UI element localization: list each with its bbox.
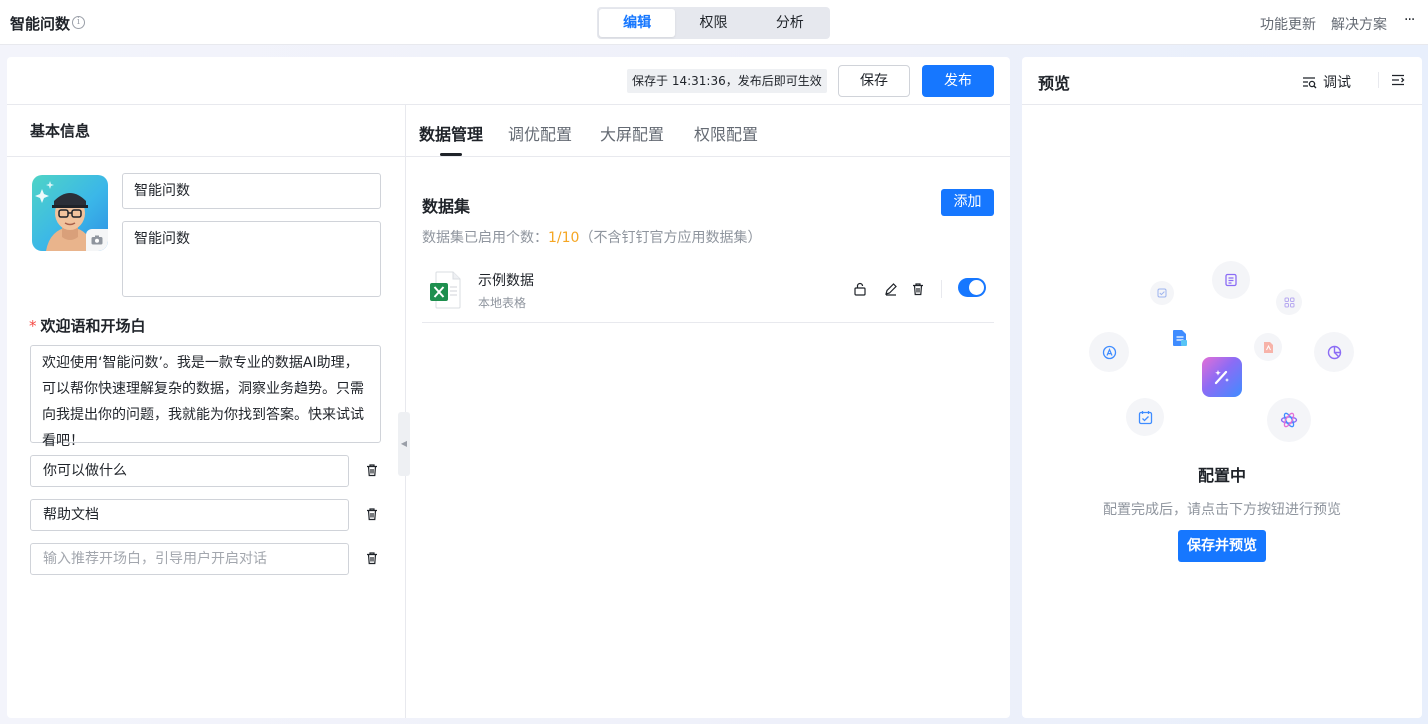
welcome-textarea[interactable]: 欢迎使用‘智能问数’。我是一款专业的数据AI助理，可以帮你快速理解复杂的数据，洞…: [30, 345, 381, 449]
app-title: 智能问数: [10, 15, 71, 33]
preview-illustration: [1022, 257, 1422, 457]
welcome-label: * 欢迎语和开场白: [29, 315, 146, 336]
mode-tabs: 编辑 权限 分析: [597, 7, 830, 39]
name-input[interactable]: 智能问数: [122, 173, 381, 209]
calendar-check-icon: [1126, 398, 1164, 436]
opener-placeholder-input[interactable]: 输入推荐开场白，引导用户开启对话: [30, 543, 349, 575]
preview-panel: 预览 调试 配置中 配置完成后，请点击下方按钮进行预览 保存并预览: [1022, 57, 1422, 718]
save-button[interactable]: 保存: [838, 65, 910, 97]
debug-label: 调试: [1323, 75, 1351, 91]
dataset-title: 数据集: [422, 197, 471, 216]
opener-input[interactable]: 帮助文档: [30, 499, 349, 531]
dataset-count-value: 1/10: [548, 230, 580, 246]
doc-icon: [1212, 261, 1250, 299]
info-icon[interactable]: i: [72, 16, 85, 29]
preview-state-title: 配置中: [1197, 466, 1246, 485]
dataset-name: 示例数据: [478, 273, 534, 289]
active-tab-indicator: [440, 153, 462, 156]
checkbox-icon: [1150, 281, 1174, 305]
unlock-icon[interactable]: [853, 282, 867, 296]
file-blue-icon: [1169, 327, 1191, 349]
menu-collapse-icon[interactable]: [1390, 72, 1406, 88]
description-textarea[interactable]: 智能问数: [122, 221, 381, 297]
dataset-enable-toggle[interactable]: [958, 278, 986, 297]
save-status-text: 保存于 14:31:36，发布后即可生效: [627, 69, 827, 93]
tab-permission-config[interactable]: 权限配置: [694, 121, 758, 145]
atom-icon: [1267, 398, 1311, 442]
trash-icon[interactable]: [365, 551, 379, 565]
grid-icon: [1276, 289, 1302, 315]
camera-icon[interactable]: [86, 229, 108, 251]
required-mark: *: [29, 317, 37, 335]
debug-button[interactable]: 调试: [1302, 72, 1351, 92]
add-dataset-button[interactable]: 添加: [941, 189, 994, 216]
pie-chart-icon: [1314, 332, 1354, 372]
tab-data-management[interactable]: 数据管理: [419, 121, 483, 145]
more-icon[interactable]: ···: [1404, 12, 1415, 28]
trash-icon[interactable]: [365, 463, 379, 477]
opener-input[interactable]: 你可以做什么: [30, 455, 349, 487]
tab-edit[interactable]: 编辑: [599, 9, 676, 37]
row-action-divider: [941, 280, 942, 298]
preview-title: 预览: [1038, 74, 1071, 93]
save-and-preview-button[interactable]: 保存并预览: [1178, 530, 1266, 562]
welcome-label-text: 欢迎语和开场白: [40, 317, 146, 335]
basic-info-title: 基本信息: [30, 122, 91, 140]
publish-button[interactable]: 发布: [922, 65, 994, 97]
tab-dashboard-config[interactable]: 大屏配置: [600, 121, 664, 145]
preview-hint: 配置完成后，请点击下方按钮进行预览: [1103, 502, 1341, 518]
avatar[interactable]: [32, 175, 108, 251]
pdf-icon: [1254, 333, 1282, 361]
debug-icon: [1303, 77, 1317, 89]
collapse-handle[interactable]: ◀: [398, 412, 410, 476]
dataset-count-suffix: （不含钉钉官方应用数据集）: [579, 230, 762, 246]
solutions-link[interactable]: 解决方案: [1331, 14, 1387, 34]
top-bar: 智能问数 i 编辑 权限 分析 功能更新 解决方案 ···: [0, 0, 1428, 45]
dataset-type: 本地表格: [478, 296, 527, 310]
edit-icon[interactable]: [884, 282, 898, 296]
column-divider: [405, 104, 406, 718]
excel-file-icon: [430, 271, 461, 309]
preview-header-divider: [1378, 72, 1379, 88]
tab-analysis[interactable]: 分析: [752, 9, 828, 37]
dataset-count-prefix: 数据集已启用个数：: [422, 230, 548, 246]
preview-header-divider: [1022, 104, 1422, 105]
translate-icon: [1089, 332, 1129, 372]
tab-tuning-config[interactable]: 调优配置: [508, 121, 572, 145]
dataset-row[interactable]: 示例数据 本地表格: [422, 265, 994, 323]
section-header-divider: [7, 156, 1010, 157]
magic-wand-icon: [1202, 357, 1242, 397]
trash-icon[interactable]: [365, 507, 379, 521]
feature-updates-link[interactable]: 功能更新: [1260, 14, 1316, 34]
dataset-count-text: 数据集已启用个数：1/10（不含钉钉官方应用数据集）: [422, 227, 761, 247]
toolbar-divider: [7, 104, 1010, 105]
editor-panel: 保存于 14:31:36，发布后即可生效 保存 发布 基本信息 智能问数 智能问…: [7, 57, 1010, 718]
tab-permission[interactable]: 权限: [675, 9, 751, 37]
trash-icon[interactable]: [911, 282, 925, 296]
